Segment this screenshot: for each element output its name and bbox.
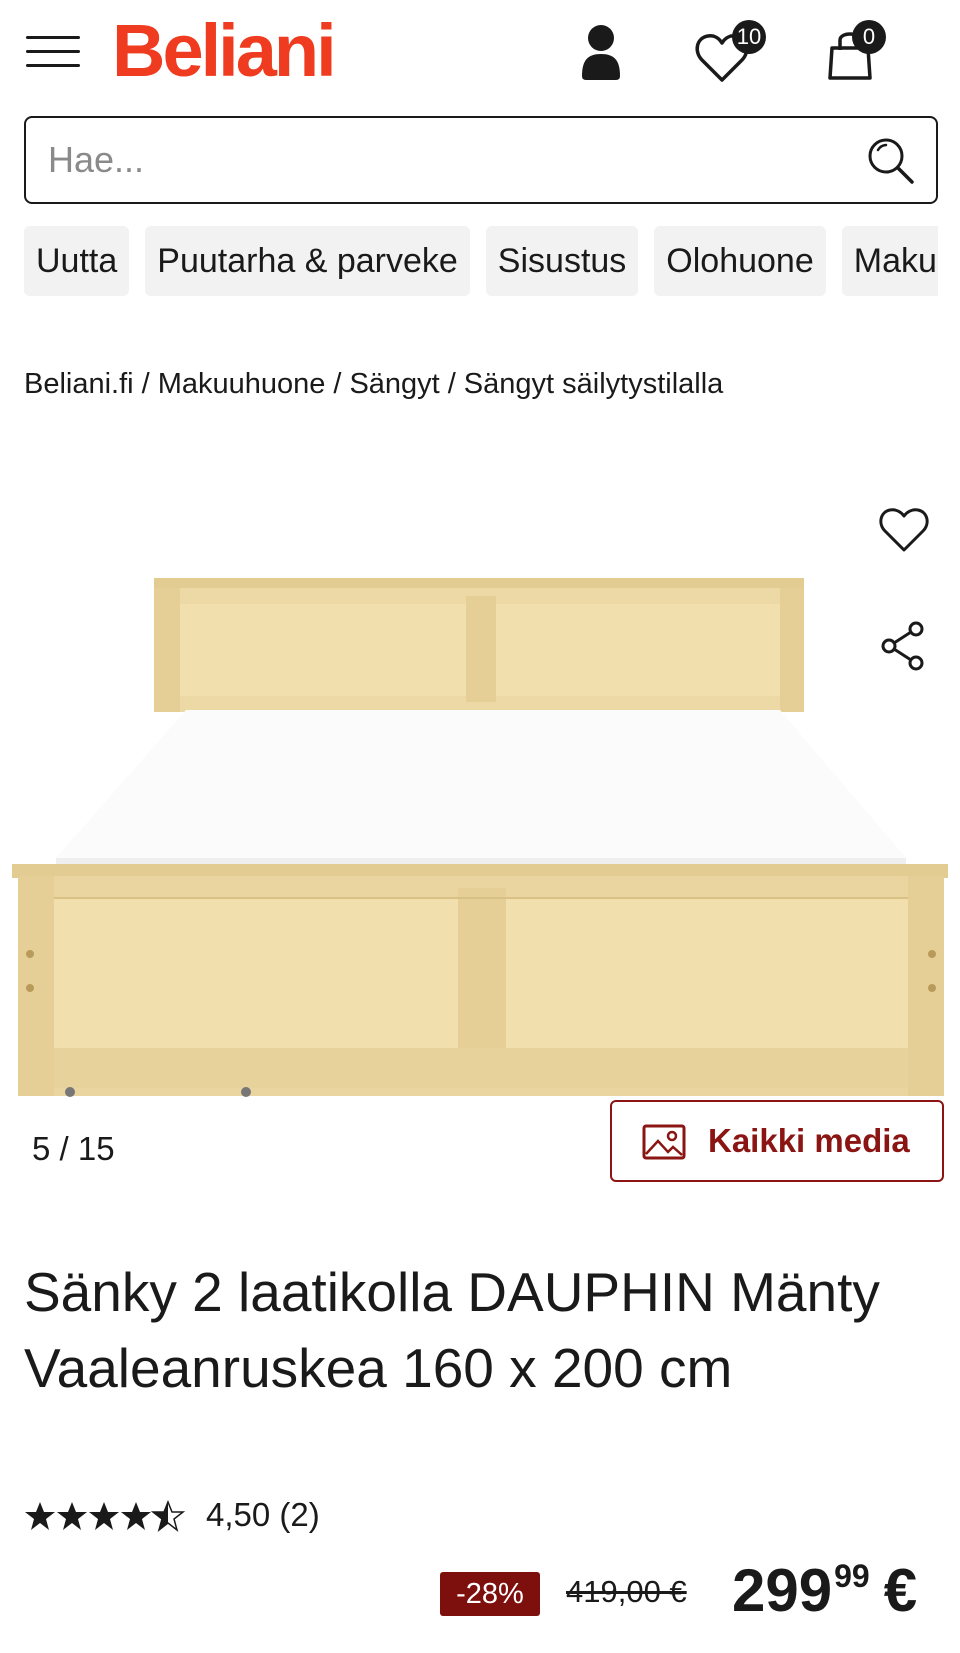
- header: Beliani 10 0: [0, 0, 960, 104]
- menu-icon[interactable]: [26, 30, 82, 76]
- category-chip[interactable]: Makuuhuone: [841, 226, 938, 296]
- price-main: 299: [732, 1557, 833, 1624]
- wishlist-button[interactable]: 10: [694, 20, 766, 84]
- favorite-heart-icon[interactable]: [876, 502, 932, 558]
- gallery-counter: 5 / 15: [32, 1130, 115, 1167]
- breadcrumb-link[interactable]: Sängyt: [349, 368, 439, 400]
- price-currency: €: [883, 1557, 918, 1624]
- product-image[interactable]: [0, 560, 960, 1100]
- category-chip[interactable]: Sisustus: [485, 226, 639, 296]
- search-input[interactable]: [48, 128, 848, 192]
- wishlist-count-badge: 10: [732, 20, 766, 54]
- rating-stars: [25, 1501, 184, 1531]
- all-media-button[interactable]: Kaikki media: [610, 1100, 944, 1182]
- cart-count-badge: 0: [852, 20, 886, 54]
- rating-text: 4,50 (2): [206, 1496, 320, 1533]
- all-media-label: Kaikki media: [708, 1122, 910, 1159]
- image-icon: [642, 1124, 686, 1160]
- logo[interactable]: Beliani: [112, 6, 337, 96]
- category-nav: Uutta Puutarha & parveke Sisustus Olohuone M…: [24, 226, 938, 298]
- search-icon[interactable]: [864, 134, 918, 188]
- category-chip[interactable]: Uutta: [24, 226, 130, 296]
- category-chip[interactable]: Olohuone: [654, 226, 826, 296]
- breadcrumb-link[interactable]: Beliani.fi: [24, 368, 134, 400]
- price-cents: 99: [834, 1558, 870, 1594]
- user-icon[interactable]: [576, 22, 636, 84]
- breadcrumb: Beliani.fi / Makuuhuone / Sängyt / Sängyt säil…: [24, 368, 724, 400]
- breadcrumb-link[interactable]: Sängyt säilytystilalla: [464, 368, 724, 400]
- category-chip[interactable]: Puutarha & parveke: [145, 226, 470, 296]
- old-price: 419,00 €: [566, 1574, 687, 1609]
- discount-badge: -28%: [440, 1572, 540, 1616]
- current-price: 29999 €: [732, 1556, 917, 1625]
- search-bar: [24, 116, 938, 204]
- product-title: Sänky 2 laatikolla DAUPHIN Mänty Vaalean…: [24, 1261, 880, 1399]
- breadcrumb-link[interactable]: Makuuhuone: [158, 368, 326, 400]
- cart-button[interactable]: 0: [826, 20, 886, 84]
